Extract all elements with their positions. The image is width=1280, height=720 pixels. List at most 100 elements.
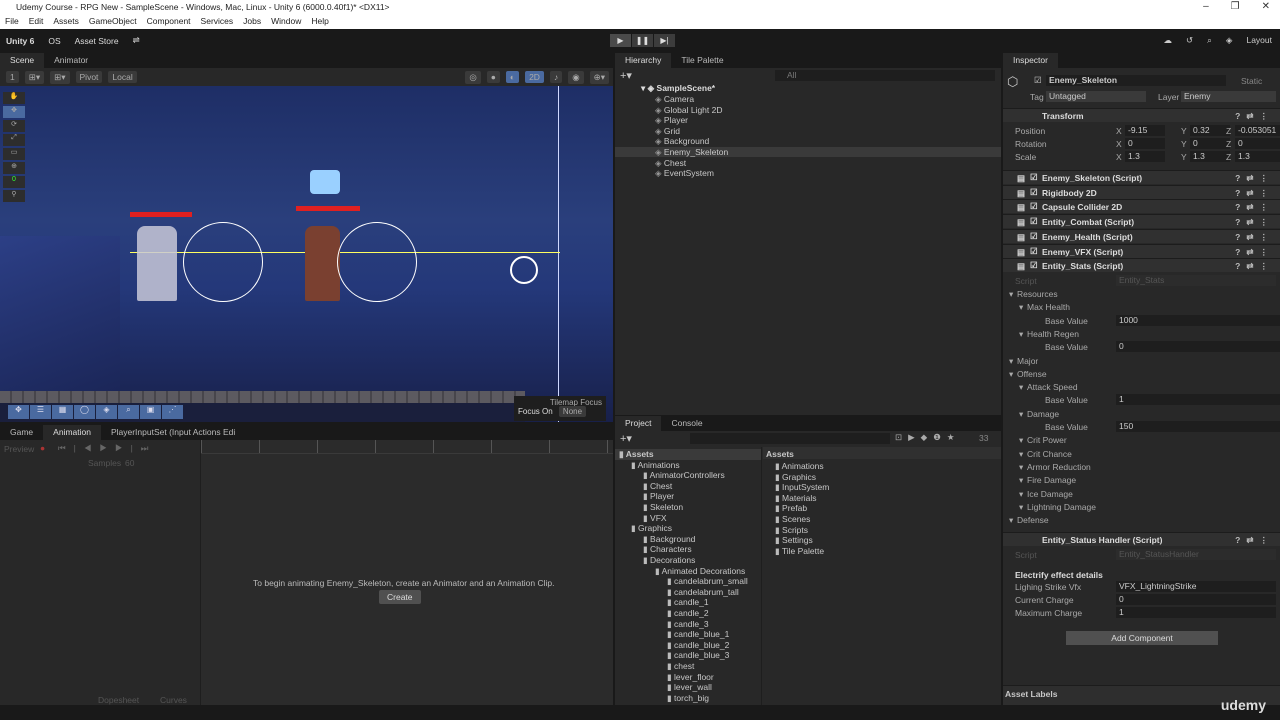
rotate-icon[interactable]: ◯ — [74, 405, 95, 419]
hierarchy-item[interactable]: ◈ Enemy_Skeleton — [615, 147, 1001, 157]
transform-y-field[interactable]: 1.3 — [1190, 151, 1230, 162]
tab-tile-palette[interactable]: Tile Palette — [671, 53, 733, 68]
component-menu-icon[interactable]: ?⇄⋮ — [1235, 188, 1274, 199]
asset-folder[interactable]: ▮ Animations — [775, 461, 824, 472]
stat-label[interactable]: ▾ — [1019, 502, 1023, 513]
enable-checkbox[interactable]: ☑ — [1030, 216, 1038, 227]
hierarchy-item[interactable]: ◈ Camera — [615, 94, 1001, 104]
transform-y-field[interactable]: 0 — [1190, 138, 1230, 149]
asset-folder[interactable]: ▮ Scripts — [775, 525, 808, 536]
tab-inspector[interactable]: Inspector — [1003, 53, 1058, 68]
base-value-field[interactable]: 150 — [1116, 421, 1280, 432]
add-component-button[interactable]: Add Component — [1066, 631, 1218, 645]
tab-animator[interactable]: Animator — [44, 53, 98, 68]
curves-tab[interactable]: Curves — [160, 695, 187, 705]
tab-scene[interactable]: Scene — [0, 53, 45, 68]
player-sprite[interactable] — [305, 226, 340, 301]
stat-label[interactable]: ▾ — [1019, 475, 1023, 486]
tab-animation[interactable]: Animation — [43, 425, 101, 440]
lighting-icon[interactable]: ◐ — [505, 71, 520, 83]
grid-snap-button[interactable]: ⊞▾ — [24, 70, 45, 84]
status-handler-header[interactable]: Entity_Status Handler (Script) ?⇄⋮ — [1003, 532, 1280, 546]
transform-header[interactable]: Transform ?⇄⋮ — [1003, 108, 1280, 122]
tab-console[interactable]: Console — [661, 416, 712, 431]
stat-label[interactable]: ▾ — [1019, 382, 1023, 393]
light-gizmo-icon[interactable] — [310, 170, 340, 194]
enable-checkbox[interactable]: ☑ — [1030, 172, 1038, 183]
asset-folder[interactable]: ▮ Prefab — [775, 503, 807, 514]
menu-jobs[interactable]: Jobs — [243, 16, 261, 27]
component-header[interactable]: ▤ ☑ Enemy_VFX (Script) ?⇄⋮ — [1003, 243, 1280, 258]
os-dropdown[interactable]: OS — [48, 36, 60, 46]
project-tree-item[interactable]: ▮ candle_3 — [615, 619, 761, 630]
select-icon[interactable]: ✥ — [8, 405, 29, 419]
menu-file[interactable]: File — [5, 16, 19, 27]
pivot-dropdown[interactable]: Pivot — [75, 71, 103, 83]
active-checkbox[interactable]: ☑ — [1034, 75, 1042, 86]
stat-label[interactable]: ▾ — [1019, 329, 1023, 340]
search-icon[interactable]: ⌕ — [1207, 35, 1212, 46]
stat-label[interactable]: ▾ — [1019, 302, 1023, 313]
hierarchy-item[interactable]: ◈ EventSystem — [615, 168, 1001, 178]
play-button[interactable]: ▶ — [610, 34, 631, 47]
tag-dropdown[interactable]: Untagged — [1046, 91, 1146, 102]
base-value-field[interactable]: 1000 — [1116, 314, 1280, 326]
project-tree-item[interactable]: ▮ lever_wall — [615, 682, 761, 693]
component-menu-icon[interactable]: ?⇄⋮ — [1235, 247, 1274, 258]
project-tree-item[interactable]: ▮ Assets — [615, 449, 761, 460]
menu-help[interactable]: Help — [311, 16, 328, 27]
project-tree-item[interactable]: ▮ candle_blue_1 — [615, 629, 761, 640]
project-tree-item[interactable]: ▮ Background — [615, 534, 761, 545]
enable-checkbox[interactable]: ☑ — [1030, 246, 1038, 257]
menu-edit[interactable]: Edit — [29, 16, 44, 27]
project-tree-item[interactable]: ▮ candle_2 — [615, 608, 761, 619]
enable-checkbox[interactable]: ☑ — [1030, 201, 1038, 212]
scene-viewport[interactable] — [0, 86, 613, 422]
project-tree-item[interactable]: ▮ candle_blue_3 — [615, 650, 761, 661]
stat-group[interactable]: ▾ — [1009, 289, 1013, 300]
tab-input-actions[interactable]: PlayerInputSet (Input Actions Edi — [101, 425, 245, 440]
event-system-gizmo-icon[interactable] — [510, 256, 538, 284]
asset-folder[interactable]: ▮ Materials — [775, 493, 817, 504]
enable-checkbox[interactable]: ☑ — [1030, 187, 1038, 198]
erase-icon[interactable]: ▣ — [140, 405, 161, 419]
base-value-field[interactable]: 1 — [1116, 394, 1280, 406]
transform-x-field[interactable]: 1.3 — [1125, 151, 1165, 162]
stat-label[interactable]: ▾ — [1019, 449, 1023, 460]
asset-folder[interactable]: ▮ InputSystem — [775, 482, 829, 493]
layer-dropdown[interactable]: Enemy — [1181, 91, 1276, 102]
component-header[interactable]: ▤ ☑ Rigidbody 2D ?⇄⋮ — [1003, 184, 1280, 199]
shaded-icon[interactable]: ● — [486, 71, 500, 83]
gizmos-icon[interactable]: ⊕▾ — [589, 70, 609, 84]
samples-field[interactable]: 60 — [125, 458, 134, 468]
project-tree-item[interactable]: ▮ Chest — [615, 481, 761, 492]
timeline-area[interactable] — [200, 440, 613, 705]
box-icon[interactable]: ⋰ — [162, 405, 183, 419]
component-menu-icon[interactable]: ?⇄⋮ — [1235, 202, 1274, 213]
move-tool-icon[interactable]: ✥ — [3, 106, 25, 118]
transform-x-field[interactable]: 0 — [1125, 138, 1165, 149]
record-icon[interactable]: ● — [40, 443, 45, 453]
create-button[interactable]: Create — [379, 590, 421, 604]
transform-z-field[interactable]: 0 — [1235, 138, 1280, 149]
static-toggle[interactable]: Static — [1241, 76, 1262, 86]
stat-group[interactable]: ▾ — [1009, 356, 1013, 367]
project-tree-item[interactable]: ▮ Decorations — [615, 555, 761, 566]
asset-folder[interactable]: ▮ Scenes — [775, 514, 810, 525]
vfx-object-field[interactable]: VFX_LightningStrike — [1116, 581, 1276, 592]
move-icon[interactable]: ☰ — [30, 405, 51, 419]
hierarchy-item[interactable]: ◈ Chest — [615, 158, 1001, 168]
minimize-button[interactable]: – — [1203, 1, 1209, 12]
audio-icon[interactable]: ♪ — [549, 71, 563, 83]
project-tree-item[interactable]: ▮ Animations — [615, 460, 761, 471]
step-button[interactable]: ▶| — [654, 34, 675, 47]
dopesheet-tab[interactable]: Dopesheet — [98, 695, 139, 705]
scene-root[interactable]: ▾ ◈ SampleScene* — [641, 83, 715, 94]
menu-component[interactable]: Component — [147, 16, 191, 27]
project-tree-item[interactable]: ▮ candle_1 — [615, 597, 761, 608]
transform-tool-icon[interactable]: ⊕ — [3, 162, 25, 174]
paint-icon[interactable]: ▦ — [52, 405, 73, 419]
menu-window[interactable]: Window — [271, 16, 301, 27]
hierarchy-item[interactable]: ◈ Grid — [615, 126, 1001, 136]
fill-icon[interactable]: ◈ — [96, 405, 117, 419]
